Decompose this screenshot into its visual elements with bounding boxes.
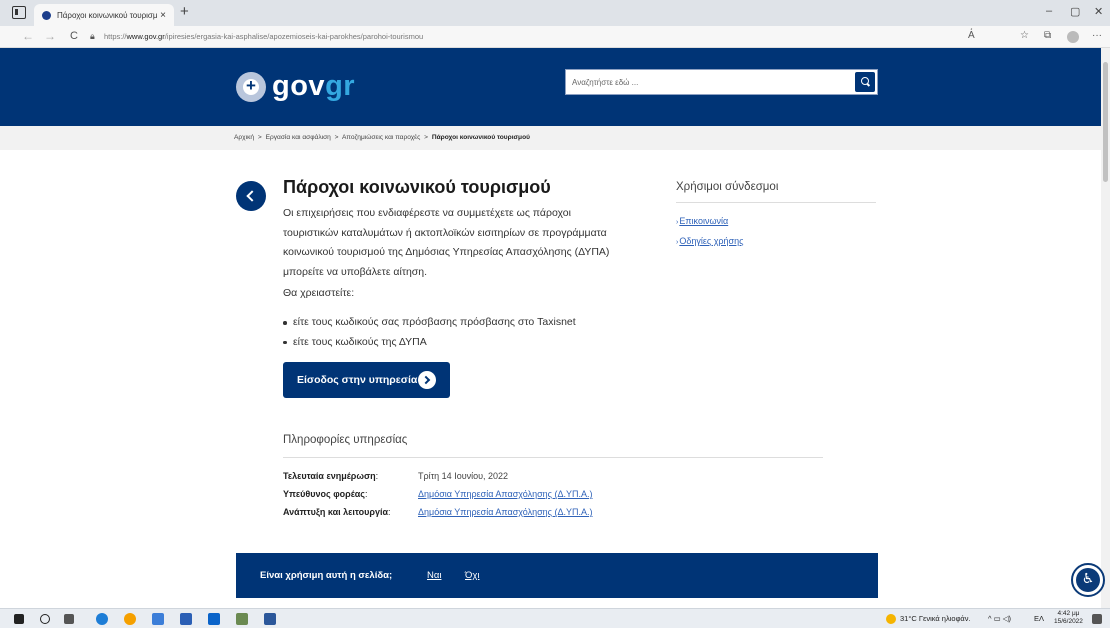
favorites-icon[interactable]: ☆: [1020, 30, 1029, 41]
divider: [283, 457, 823, 458]
accessibility-icon[interactable]: [1071, 563, 1105, 597]
windows-taskbar: 31°C Γενικά ηλιοφάν. ^ ▭ ◁) ΕΛ 4:42 μμ 1…: [0, 608, 1110, 628]
language-indicator[interactable]: ΕΛ: [1034, 614, 1044, 623]
lock-icon: 🔒︎: [90, 31, 95, 41]
requirements-label: Θα χρειαστείτε:: [283, 287, 355, 299]
browser-tab-bar: Πάροχοι κοινωνικού τουρισμού × + – ▢ ✕: [0, 0, 1110, 26]
scroll-thumb[interactable]: [1103, 62, 1108, 182]
workspaces-icon[interactable]: [12, 6, 26, 19]
breadcrumb-bar: Αρχική > Εργασία και ασφάλιση > Αποζημιώ…: [0, 126, 1101, 150]
task-view-icon[interactable]: [64, 614, 74, 624]
service-info-table: Τελευταία ενημέρωση: Τρίτη 14 Ιουνίου, 2…: [283, 467, 593, 521]
chevron-right-icon: ›: [676, 239, 679, 246]
back-button[interactable]: [236, 181, 266, 211]
weather-text[interactable]: 31°C Γενικά ηλιοφάν.: [900, 614, 971, 623]
address-bar: ← → C 🔒︎ https://www.gov.gr/ipiresies/er…: [0, 26, 1110, 48]
search-taskbar-icon[interactable]: [40, 614, 50, 624]
responsible-agency-link[interactable]: Δημόσια Υπηρεσία Απασχόλησης (Δ.ΥΠ.Α.): [418, 489, 593, 499]
search-box: [565, 69, 878, 95]
list-item: ›Επικοινωνία: [676, 212, 743, 232]
feedback-bar: Είναι χρήσιμη αυτή η σελίδα; Ναι Όχι: [236, 553, 878, 598]
url-field[interactable]: https://www.gov.gr/ipiresies/ergasia-kai…: [104, 32, 423, 41]
divider: [676, 202, 876, 203]
file-explorer-icon[interactable]: [152, 613, 164, 625]
page-scrollbar[interactable]: [1101, 48, 1110, 608]
site-header: govgr: [0, 48, 1101, 126]
close-window-button[interactable]: ✕: [1094, 5, 1103, 18]
reload-icon[interactable]: C: [70, 30, 78, 42]
collections-icon[interactable]: ⧉: [1044, 30, 1051, 41]
list-item: είτε τους κωδικούς της ΔΥΠΑ: [283, 333, 576, 353]
breadcrumb-home[interactable]: Αρχική: [234, 134, 254, 141]
restore-button[interactable]: ▢: [1070, 5, 1080, 18]
feedback-no-link[interactable]: Όχι: [465, 570, 479, 581]
info-label-development: Ανάπτυξη και λειτουργία: [283, 507, 388, 517]
list-item: ›Οδηγίες χρήσης: [676, 232, 743, 252]
table-row: Τελευταία ενημέρωση: Τρίτη 14 Ιουνίου, 2…: [283, 471, 509, 481]
forward-nav-icon[interactable]: →: [44, 29, 56, 43]
breadcrumb: Αρχική > Εργασία και ασφάλιση > Αποζημιώ…: [234, 134, 530, 141]
windows-start-icon[interactable]: [14, 614, 24, 624]
info-label-updated: Τελευταία ενημέρωση: [283, 471, 376, 481]
list-item: είτε τους κωδικούς σας πρόσβασης πρόσβασ…: [283, 313, 576, 333]
site-favicon-icon: [42, 10, 51, 20]
browser-tab[interactable]: Πάροχοι κοινωνικού τουρισμού ×: [34, 4, 174, 26]
notifications-icon[interactable]: [1092, 614, 1102, 624]
read-aloud-icon[interactable]: A᷾: [968, 30, 975, 41]
service-info-heading: Πληροφορίες υπηρεσίας: [283, 434, 408, 446]
page-title: Πάροχοι κοινωνικού τουρισμού: [283, 177, 551, 197]
tab-title: Πάροχοι κοινωνικού τουρισμού: [57, 10, 157, 20]
chrome-taskbar-icon[interactable]: [124, 613, 136, 625]
feedback-question: Είναι χρήσιμη αυτή η σελίδα;: [260, 570, 393, 581]
info-value-updated: Τρίτη 14 Ιουνίου, 2022: [418, 471, 509, 481]
edge-taskbar-icon[interactable]: [96, 613, 108, 625]
taskbar-clock[interactable]: 4:42 μμ 15/6/2022: [1054, 610, 1083, 626]
table-row: Υπεύθυνος φορέας: Δημόσια Υπηρεσία Απασχ…: [283, 489, 593, 499]
word-taskbar-icon[interactable]: [264, 613, 276, 625]
greek-emblem-icon: [236, 71, 266, 102]
clock-time: 4:42 μμ: [1057, 610, 1080, 617]
start-service-button[interactable]: Είσοδος στην υπηρεσία: [283, 362, 450, 398]
paint-taskbar-icon[interactable]: [236, 613, 248, 625]
clock-date: 15/6/2022: [1054, 618, 1083, 625]
back-nav-icon[interactable]: ←: [22, 29, 34, 43]
instructions-link[interactable]: Οδηγίες χρήσης: [679, 236, 743, 246]
info-label-responsible: Υπεύθυνος φορέας: [283, 489, 365, 499]
tab-close-icon[interactable]: ×: [160, 10, 166, 21]
breadcrumb-current: Πάροχοι κοινωνικού τουρισμού: [431, 134, 530, 141]
requirements-list: είτε τους κωδικούς σας πρόσβασης πρόσβασ…: [283, 313, 576, 352]
store-taskbar-icon[interactable]: [180, 613, 192, 625]
breadcrumb-benefits[interactable]: Αποζημιώσεις και παροχές: [342, 134, 420, 141]
search-icon[interactable]: [855, 72, 875, 92]
useful-links-list: ›Επικοινωνία ›Οδηγίες χρήσης: [676, 212, 743, 252]
system-tray-icons[interactable]: ^ ▭ ◁): [988, 614, 1011, 623]
useful-links-heading: Χρήσιμοι σύνδεσμοι: [676, 181, 779, 193]
weather-sun-icon: [886, 614, 896, 624]
profile-avatar[interactable]: [1067, 31, 1079, 43]
start-service-label: Είσοδος στην υπηρεσία: [297, 374, 418, 386]
table-row: Ανάπτυξη και λειτουργία: Δημόσια Υπηρεσί…: [283, 507, 593, 517]
new-tab-button[interactable]: +: [180, 3, 189, 20]
arrow-right-icon: [418, 371, 436, 389]
search-input[interactable]: [566, 70, 849, 94]
govgr-logo[interactable]: govgr: [236, 70, 355, 103]
feedback-yes-link[interactable]: Ναι: [427, 570, 441, 581]
breadcrumb-work-insurance[interactable]: Εργασία και ασφάλιση: [266, 134, 331, 141]
development-agency-link[interactable]: Δημόσια Υπηρεσία Απασχόλησης (Δ.ΥΠ.Α.): [418, 507, 593, 517]
mail-taskbar-icon[interactable]: [208, 613, 220, 625]
contact-link[interactable]: Επικοινωνία: [679, 216, 728, 226]
intro-text: Οι επιχειρήσεις που ενδιαφέρεστε να συμμ…: [283, 207, 610, 278]
more-menu-icon[interactable]: ···: [1092, 30, 1102, 41]
chevron-right-icon: ›: [676, 219, 679, 226]
minimize-button[interactable]: –: [1046, 5, 1052, 17]
